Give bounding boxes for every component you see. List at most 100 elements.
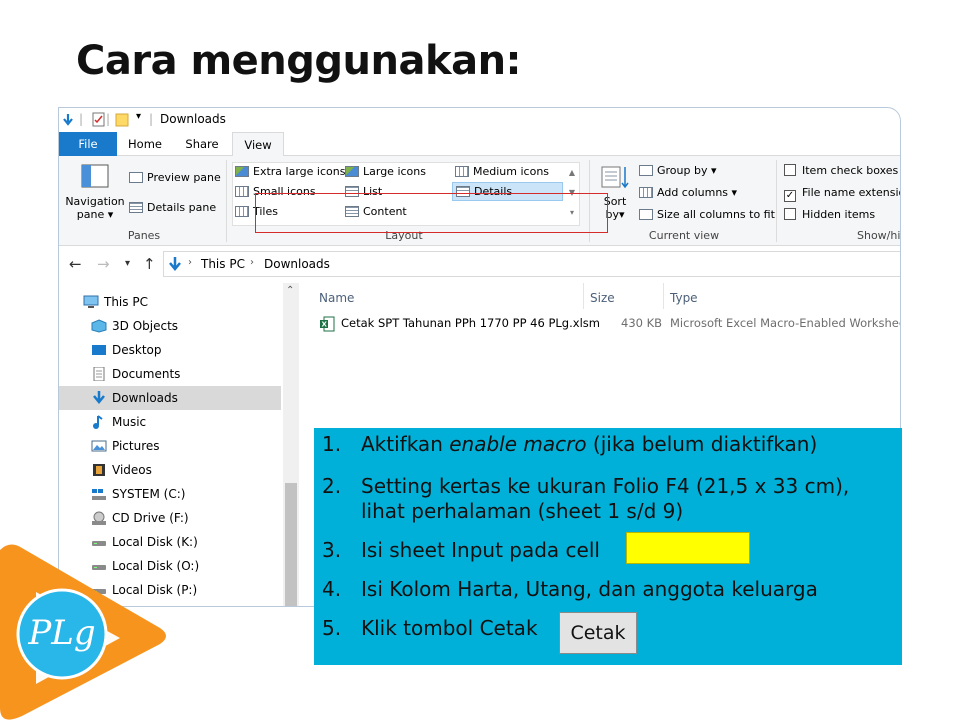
excel-file-icon: X bbox=[320, 316, 335, 332]
ribbon-separator bbox=[226, 160, 227, 242]
tiles-icon bbox=[235, 206, 249, 217]
document-icon bbox=[93, 367, 105, 381]
tab-share[interactable]: Share bbox=[173, 132, 231, 156]
up-icon[interactable]: ↑ bbox=[143, 255, 156, 273]
nav-item-music[interactable]: Music bbox=[59, 410, 281, 434]
navigation-pane-button[interactable]: Navigation pane ▾ bbox=[65, 164, 125, 226]
address-bar[interactable]: › This PC › Downloads bbox=[163, 251, 900, 277]
cetak-button[interactable]: Cetak bbox=[559, 612, 637, 654]
nav-item-this-pc[interactable]: This PC bbox=[59, 290, 281, 314]
nav-item-videos[interactable]: Videos bbox=[59, 458, 281, 482]
step-text: Isi Kolom Harta, Utang, dan anggota kelu… bbox=[361, 577, 818, 601]
details-pane-icon bbox=[129, 202, 143, 213]
slide-title: Cara menggunakan: bbox=[76, 38, 522, 84]
cube-icon bbox=[91, 319, 107, 333]
ribbon-tabs: File Home Share View bbox=[59, 132, 900, 157]
address-bar-row: ← → ▾ ↑ › This PC › Downloads bbox=[59, 247, 900, 281]
group-by-button[interactable]: Group by ▾ bbox=[639, 164, 717, 177]
input-cell-color-sample bbox=[626, 532, 750, 564]
hidden-items-toggle[interactable]: Hidden items bbox=[784, 208, 875, 221]
desktop-icon bbox=[92, 345, 106, 355]
step-text: Isi sheet Input pada cell bbox=[361, 538, 600, 562]
nav-item-system-c[interactable]: SYSTEM (C:) bbox=[59, 482, 281, 506]
panes-group-label: Panes bbox=[127, 229, 161, 242]
checkbox-checked[interactable]: ✓ bbox=[784, 190, 796, 202]
nav-item-pictures[interactable]: Pictures bbox=[59, 434, 281, 458]
recent-locations-icon[interactable]: ▾ bbox=[125, 258, 130, 269]
back-icon[interactable]: ← bbox=[69, 255, 82, 273]
file-type: Microsoft Excel Macro-Enabled Worksheet bbox=[670, 316, 901, 330]
size-columns-icon bbox=[639, 209, 653, 220]
step-number: 5. bbox=[322, 616, 342, 640]
tab-file[interactable]: File bbox=[59, 132, 117, 156]
qat-divider: | bbox=[149, 112, 154, 126]
medium-icons-option[interactable]: Medium icons bbox=[455, 165, 549, 178]
large-icons-option[interactable]: Large icons bbox=[345, 165, 426, 178]
back-arrow-icon[interactable] bbox=[61, 113, 75, 127]
windows-drive-icon bbox=[92, 489, 106, 500]
breadcrumb-this-pc[interactable]: This PC bbox=[201, 257, 245, 271]
add-columns-button[interactable]: Add columns ▾ bbox=[639, 186, 737, 199]
step-number: 3. bbox=[322, 538, 342, 562]
breadcrumb-downloads[interactable]: Downloads bbox=[264, 257, 330, 271]
navigation-pane-label-2: pane ▾ bbox=[76, 208, 114, 221]
new-folder-icon[interactable] bbox=[115, 112, 129, 127]
navigation-pane-label: Navigation bbox=[65, 195, 125, 208]
pc-icon bbox=[83, 295, 99, 308]
size-all-columns-button[interactable]: Size all columns to fit bbox=[639, 208, 775, 221]
window-title: Downloads bbox=[160, 112, 226, 126]
breadcrumb-chevron-icon[interactable]: › bbox=[250, 257, 254, 268]
step-number: 1. bbox=[322, 432, 342, 456]
preview-pane-button[interactable]: Preview pane bbox=[129, 171, 221, 184]
nav-item-desktop[interactable]: Desktop bbox=[59, 338, 281, 362]
details-pane-button[interactable]: Details pane bbox=[129, 201, 216, 214]
qat-divider: | bbox=[79, 112, 84, 126]
music-icon bbox=[93, 415, 103, 429]
file-row[interactable]: X Cetak SPT Tahunan PPh 1770 PP 46 PLg.x… bbox=[303, 283, 901, 343]
step-text: Klik tombol Cetak bbox=[361, 616, 538, 640]
customize-qat-icon[interactable]: ▾ bbox=[136, 111, 141, 122]
item-check-boxes-toggle[interactable]: Item check boxes bbox=[784, 164, 898, 177]
preview-pane-icon bbox=[129, 172, 143, 183]
show-hide-group-label: Show/hi bbox=[857, 229, 901, 242]
download-folder-icon bbox=[169, 257, 181, 271]
quick-access-toolbar: | | ▾ | Downloads bbox=[59, 108, 900, 132]
navigation-pane-icon bbox=[81, 164, 109, 188]
scroll-up-icon[interactable]: ⌃ bbox=[286, 285, 294, 296]
checkbox-unchecked[interactable] bbox=[784, 208, 796, 220]
cd-drive-icon bbox=[92, 511, 106, 525]
svg-text:X: X bbox=[322, 321, 328, 329]
instructions-panel: 1. Aktifkan enable macro (jika belum dia… bbox=[314, 428, 902, 665]
extra-large-icons-icon bbox=[235, 166, 249, 177]
nav-pane-scrollbar[interactable]: ⌃ bbox=[283, 283, 299, 606]
file-name: Cetak SPT Tahunan PPh 1770 PP 46 PLg.xls… bbox=[341, 316, 600, 330]
small-icons-icon bbox=[235, 186, 249, 197]
video-icon bbox=[93, 464, 105, 476]
qat-divider: | bbox=[106, 112, 111, 126]
step-number: 4. bbox=[322, 577, 342, 601]
file-name-extensions-toggle[interactable]: ✓File name extension bbox=[784, 186, 900, 202]
nav-item-documents[interactable]: Documents bbox=[59, 362, 281, 386]
current-view-group-label: Current view bbox=[648, 229, 720, 242]
group-by-icon bbox=[639, 165, 653, 176]
medium-icons-icon bbox=[455, 166, 469, 177]
large-icons-icon bbox=[345, 166, 359, 177]
column-divider[interactable] bbox=[900, 283, 901, 309]
properties-icon[interactable] bbox=[92, 112, 105, 127]
checkbox-unchecked[interactable] bbox=[784, 164, 796, 176]
scrollbar-thumb[interactable] bbox=[285, 483, 297, 606]
tab-home[interactable]: Home bbox=[117, 132, 173, 156]
breadcrumb-chevron-icon[interactable]: › bbox=[188, 257, 192, 268]
nav-item-downloads[interactable]: Downloads bbox=[59, 386, 281, 410]
nav-item-3d-objects[interactable]: 3D Objects bbox=[59, 314, 281, 338]
file-size: 430 KB bbox=[621, 316, 663, 330]
ribbon-separator bbox=[776, 160, 777, 242]
forward-icon[interactable]: → bbox=[97, 255, 110, 273]
sort-icon bbox=[601, 166, 629, 189]
picture-icon bbox=[91, 440, 107, 452]
download-icon bbox=[93, 391, 105, 404]
extra-large-icons-option[interactable]: Extra large icons bbox=[235, 165, 345, 178]
tab-view[interactable]: View bbox=[232, 132, 284, 157]
nav-item-cd-drive-f[interactable]: CD Drive (F:) bbox=[59, 506, 281, 530]
plg-logo: PLg PajegLempung.com bbox=[0, 544, 166, 720]
